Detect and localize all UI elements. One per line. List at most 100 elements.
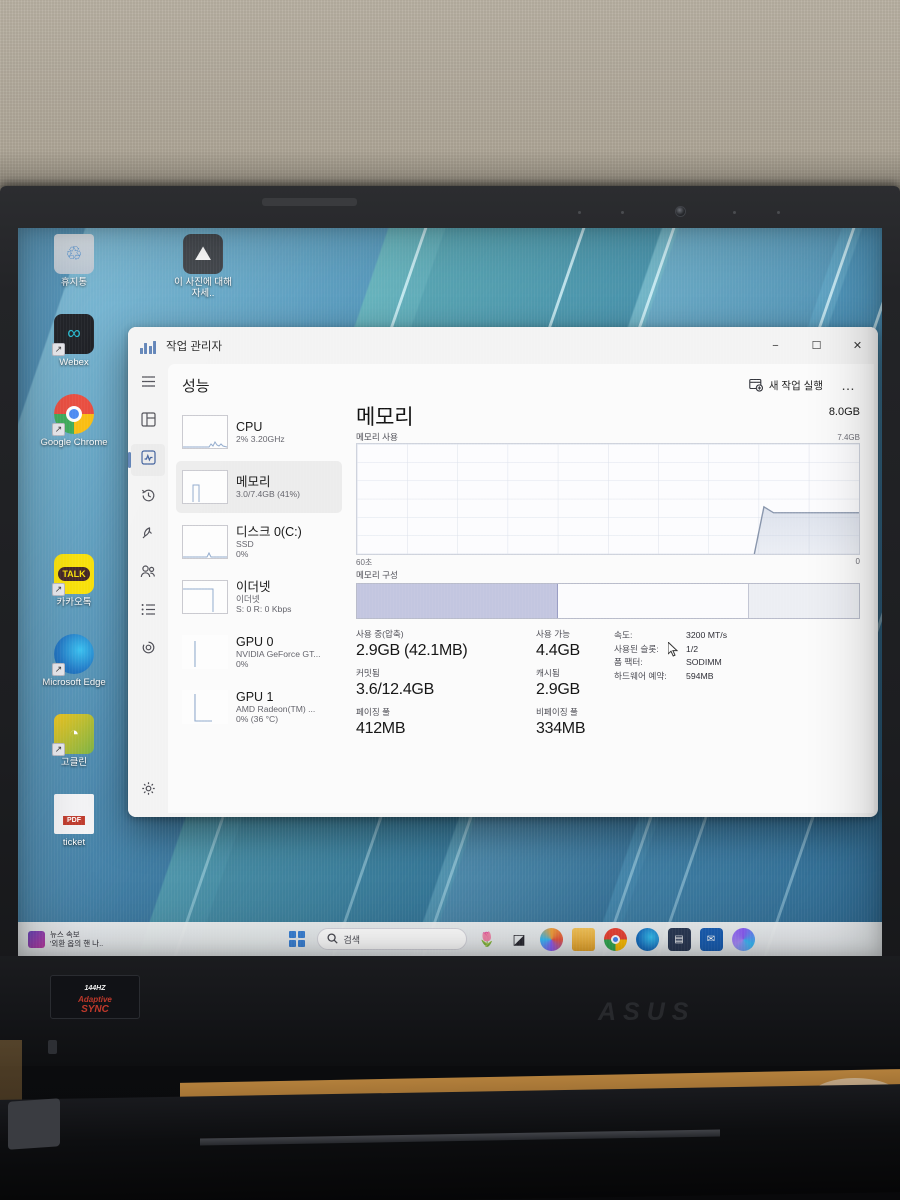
sidebar-item-details[interactable]	[131, 596, 165, 628]
services-icon	[141, 640, 156, 660]
outlook-icon[interactable]: ✉	[699, 927, 723, 951]
task-manager-window[interactable]: 작업 관리자 − ☐ ✕ 성능 새 작업 실행 … CPU 2% 3.20GHz…	[128, 327, 878, 817]
copilot-icon[interactable]	[539, 927, 563, 951]
close-button[interactable]: ✕	[837, 327, 878, 364]
more-options-button[interactable]: …	[837, 377, 860, 393]
ethernet-mini-graph	[182, 580, 228, 614]
desktop-icon-chrome[interactable]: ↗ Google Chrome	[36, 394, 112, 448]
performance-pane: 성능 새 작업 실행 … CPU 2% 3.20GHz 메모리 3.0/7.4G…	[168, 364, 874, 813]
task-view-icon[interactable]: ◪	[508, 928, 531, 951]
window-titlebar: 작업 관리자 − ☐ ✕	[128, 327, 878, 364]
pdf-file-icon: PDF	[54, 794, 94, 834]
news-widget[interactable]: 뉴스 속보 '외환 옵의 핸 나..	[18, 930, 198, 948]
sticker-refresh-rate: 144HZ	[84, 985, 106, 992]
tulips-icon[interactable]: 🌷	[476, 928, 499, 951]
memory-mini-graph	[182, 470, 228, 504]
gpu1-mini-graph	[182, 690, 228, 724]
users-icon	[140, 564, 156, 584]
sidebar-item-users[interactable]	[131, 558, 165, 590]
sidebar-item-processes[interactable]	[131, 406, 165, 438]
desktop-icon-picture-info[interactable]: ⛰ 이 사진에 대해 자세..	[165, 234, 241, 299]
shortcut-arrow-icon: ↗	[52, 343, 65, 356]
copilot-alt-icon[interactable]	[731, 927, 755, 951]
lid-notch	[262, 198, 357, 206]
resource-name: 이더넷	[236, 579, 271, 594]
axis-left-label: 60초	[356, 558, 373, 567]
picture-info-icon: ⛰	[183, 234, 223, 274]
run-new-task-button[interactable]: 새 작업 실행	[749, 378, 823, 393]
sidebar-item-performance[interactable]	[128, 444, 165, 476]
resource-item-gpu1[interactable]: GPU 1 AMD Radeon(TM) ... 0% (36 °C)	[176, 681, 342, 733]
store-icon[interactable]: ▤	[667, 927, 691, 951]
nav-rail	[128, 364, 168, 817]
run-new-task-label: 새 작업 실행	[768, 379, 823, 392]
spec-key: 하드웨어 예약:	[614, 670, 667, 681]
resource-detail: S: 0 R: 0 Kbps	[236, 604, 292, 614]
sidebar-item-services[interactable]	[131, 634, 165, 666]
desktop-icon-recycle-bin[interactable]: ♲ 휴지통	[36, 234, 112, 288]
mouse-cursor-icon	[667, 640, 679, 657]
edge-icon[interactable]	[635, 927, 659, 951]
maximize-button[interactable]: ☐	[796, 327, 837, 364]
resource-item-disk[interactable]: 디스크 0(C:) SSD 0%	[176, 516, 342, 568]
memory-usage-chart	[356, 443, 860, 555]
stat-value: 3.6/12.4GB	[356, 681, 434, 698]
processes-icon	[140, 412, 156, 432]
goclean-icon: ◔ ↗	[52, 714, 94, 756]
shortcut-arrow-icon: ↗	[52, 743, 65, 756]
minimize-button[interactable]: −	[755, 327, 796, 364]
hamburger-icon	[141, 375, 156, 393]
stats-column-middle: 사용 가능 4.4GB 캐시됨 2.9GB 비페이징 풀 334MB	[536, 629, 610, 746]
memory-capacity: 8.0GB	[828, 406, 860, 418]
resource-item-memory[interactable]: 메모리 3.0/7.4GB (41%)	[176, 461, 342, 513]
composition-reserved	[748, 584, 859, 618]
file-explorer-icon[interactable]	[571, 927, 595, 951]
desktop-icon-label: 이 사진에 대해 자세..	[174, 277, 232, 299]
stat-available: 사용 가능 4.4GB	[536, 629, 610, 661]
memory-composition-bar[interactable]	[356, 583, 860, 619]
stat-committed: 커밋됨 3.6/12.4GB	[356, 668, 536, 700]
resource-list: CPU 2% 3.20GHz 메모리 3.0/7.4GB (41%) 디스크 0…	[168, 406, 348, 813]
spec-row: 속도: 3200 MT/s	[614, 629, 860, 643]
desktop-icon-goclean[interactable]: ◔ ↗ 고클린	[36, 714, 112, 768]
resource-detail: 0% (36 °C)	[236, 714, 279, 724]
page-title: 성능	[182, 377, 210, 395]
hamburger-menu-button[interactable]	[131, 368, 165, 400]
desktop-icon-kakaotalk[interactable]: TALK ↗ 카카오톡	[36, 554, 112, 608]
window-controls: − ☐ ✕	[755, 327, 878, 364]
sidebar-item-app-history[interactable]	[131, 482, 165, 514]
pane-actions: 새 작업 실행 …	[749, 377, 860, 393]
desktop-icon-label: Microsoft Edge	[42, 677, 106, 688]
spec-value: 3200 MT/s	[686, 630, 728, 640]
desktop-icon-webex[interactable]: ∞ ↗ Webex	[36, 314, 112, 368]
sidebar-item-startup-apps[interactable]	[131, 520, 165, 552]
pane-header: 성능 새 작업 실행 …	[168, 364, 874, 406]
stat-value: 2.9GB (42.1MB)	[356, 642, 468, 659]
stat-value: 4.4GB	[536, 642, 580, 659]
webex-icon: ∞ ↗	[52, 314, 94, 356]
resource-detail: 2% 3.20GHz	[236, 433, 285, 444]
gpu0-mini-graph	[182, 635, 228, 669]
window-body: 성능 새 작업 실행 … CPU 2% 3.20GHz 메모리 3.0/7.4G…	[128, 364, 878, 817]
cpu-mini-graph	[182, 415, 228, 449]
resource-name: GPU 0	[236, 634, 274, 649]
spec-value: 1/2	[686, 643, 699, 654]
laptop-foot	[8, 1098, 60, 1150]
search-input[interactable]: 검색	[316, 928, 467, 950]
stat-value: 334MB	[536, 720, 586, 737]
resource-item-gpu0[interactable]: GPU 0 NVIDIA GeForce GT... 0%	[176, 626, 342, 678]
desktop-icon-edge[interactable]: ↗ Microsoft Edge	[36, 634, 112, 688]
microphone-icon	[777, 211, 780, 214]
chrome-icon[interactable]	[603, 927, 627, 951]
stat-cached: 캐시됨 2.9GB	[536, 668, 610, 700]
windows-start-icon[interactable]	[286, 928, 308, 950]
settings-button[interactable]	[131, 775, 165, 807]
memory-composition-label: 메모리 구성	[356, 570, 398, 580]
microphone-icon	[578, 211, 581, 214]
desktop-icon-ticket-pdf[interactable]: PDF ticket	[36, 794, 112, 848]
stat-key: 페이징 풀	[356, 707, 391, 717]
resource-item-ethernet[interactable]: 이더넷 이더넷 S: 0 R: 0 Kbps	[176, 571, 342, 623]
desktop-icon-label: ticket	[62, 837, 86, 848]
resource-item-cpu[interactable]: CPU 2% 3.20GHz	[176, 406, 342, 458]
stat-key: 사용 중(압축)	[356, 629, 404, 639]
